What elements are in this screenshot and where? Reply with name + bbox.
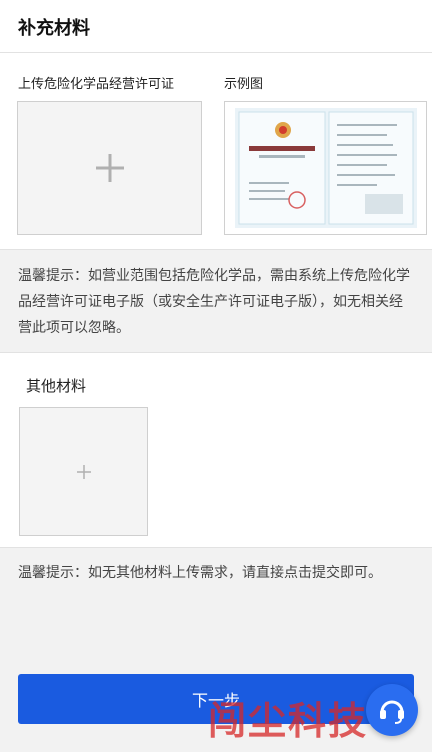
plus-icon [76, 464, 91, 479]
license-tip-text: 温馨提示：如营业范围包括危险化学品，需由系统上传危险化学品经营许可证电子版（或安… [0, 249, 432, 353]
sample-license-image [224, 101, 427, 235]
page-header: 补充材料 [0, 0, 432, 53]
watermark-text: 闯尘科技 [208, 698, 369, 743]
sample-label: 示例图 [224, 77, 264, 92]
license-sample-illustration [235, 108, 417, 228]
customer-service-icon [380, 700, 404, 724]
license-upload-box[interactable] [17, 101, 202, 235]
customer-service-button[interactable] [366, 684, 418, 736]
plus-icon [95, 154, 124, 182]
other-materials-label: 其他材料 [26, 377, 87, 395]
license-upload-label: 上传危险化学品经营许可证 [18, 77, 175, 92]
page-title: 补充材料 [18, 18, 90, 39]
other-materials-upload-box[interactable] [19, 407, 148, 536]
